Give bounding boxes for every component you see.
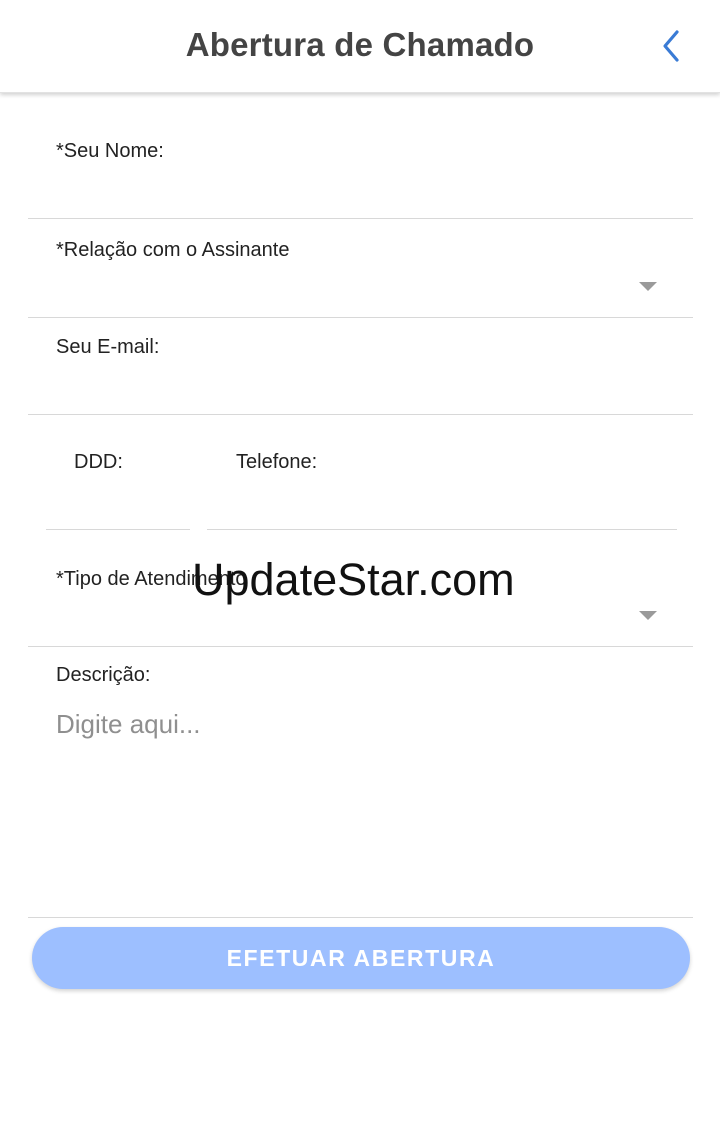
name-label: *Seu Nome: — [56, 140, 164, 162]
phone-underline — [207, 529, 677, 530]
screen: Abertura de Chamado *Seu Nome: *Relação … — [0, 0, 720, 1148]
ddd-input[interactable] — [46, 488, 192, 524]
back-button[interactable] — [654, 26, 690, 66]
chevron-left-icon — [663, 30, 679, 62]
description-label: Descrição: — [56, 664, 151, 686]
ddd-underline — [46, 529, 190, 530]
watermark: UpdateStar.com — [192, 554, 515, 605]
page-title: Abertura de Chamado — [185, 26, 535, 63]
relation-select[interactable] — [56, 271, 633, 307]
relation-label: *Relação com o Assinante — [56, 239, 290, 261]
name-input[interactable] — [56, 176, 673, 212]
ddd-label: DDD: — [74, 451, 123, 473]
email-label: Seu E-mail: — [56, 336, 160, 358]
name-field[interactable]: *Seu Nome: — [28, 120, 693, 219]
email-field[interactable]: Seu E-mail: — [28, 318, 693, 415]
submit-button[interactable]: EFETUAR ABERTURA — [32, 927, 690, 989]
description-field[interactable]: Descrição: Digite aqui... — [28, 647, 693, 918]
description-textarea[interactable]: Digite aqui... — [56, 709, 201, 740]
email-input[interactable] — [56, 372, 673, 408]
app-header: Abertura de Chamado — [0, 0, 720, 93]
caret-down-icon[interactable] — [639, 282, 657, 291]
caret-down-icon[interactable] — [639, 611, 657, 620]
relation-field[interactable]: *Relação com o Assinante — [28, 219, 693, 318]
phone-input[interactable] — [207, 488, 679, 524]
phone-label: Telefone: — [236, 451, 318, 473]
